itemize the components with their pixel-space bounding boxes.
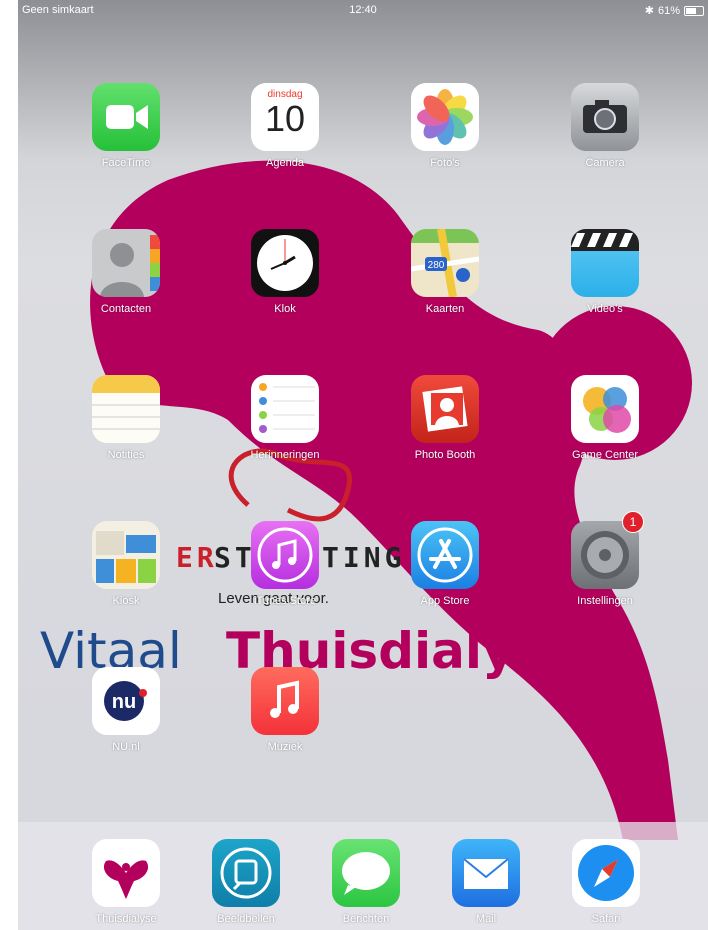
app-label: Berichten (342, 913, 390, 925)
photo-booth-icon (411, 375, 479, 443)
app-label: Instellingen (577, 595, 633, 607)
app-facetime[interactable]: FaceTime (71, 83, 181, 169)
kiosk-icon (92, 521, 160, 589)
maps-icon: 280 (411, 229, 479, 297)
app-photo-booth[interactable]: Photo Booth (390, 375, 500, 461)
app-label: Foto's (430, 157, 460, 169)
notification-badge: 1 (622, 511, 644, 533)
app-label: Agenda (266, 157, 304, 169)
reminders-icon (251, 375, 319, 443)
beeldbellen-icon (212, 839, 280, 907)
app-videos[interactable]: Video's (550, 229, 660, 315)
battery-indicator: ✱ 61% (645, 4, 704, 17)
photos-icon (411, 83, 479, 151)
app-itunes-store[interactable]: iTunes Store (230, 521, 340, 607)
app-label: Beeldbellen (217, 913, 275, 925)
app-notes[interactable]: Notities (71, 375, 181, 461)
app-label: Muziek (267, 741, 303, 753)
dock-app-mail[interactable]: Mail (431, 839, 541, 925)
wallpaper-logo-left: ER (176, 541, 218, 574)
facetime-icon (92, 83, 160, 151)
calendar-icon: dinsdag 10 (251, 83, 319, 151)
itunes-store-icon (251, 521, 319, 589)
app-clock[interactable]: Klok (230, 229, 340, 315)
app-camera[interactable]: Camera (550, 83, 660, 169)
dock-app-messages[interactable]: Berichten (311, 839, 421, 925)
safari-icon (572, 839, 640, 907)
app-maps[interactable]: 280 Kaarten (390, 229, 500, 315)
camera-icon (571, 83, 639, 151)
mail-icon (452, 839, 520, 907)
app-label: Thuisdialyse (95, 913, 157, 925)
app-reminders[interactable]: Herinneringen (230, 375, 340, 461)
app-label: Game Center (571, 449, 639, 461)
app-label: Herinneringen (250, 449, 320, 461)
bluetooth-icon: ✱ (644, 5, 654, 17)
app-label: Photo Booth (414, 449, 476, 461)
app-label: App Store (420, 595, 470, 607)
music-icon (251, 667, 319, 735)
nunl-icon: nu (92, 667, 160, 735)
home-screen: ER ST TING Leven gaat voor. Vitaal Thuis… (18, 0, 708, 930)
app-label: iTunes Store (254, 595, 316, 607)
app-label: Notities (107, 449, 145, 461)
app-store-icon (411, 521, 479, 589)
app-label: NU.nl (112, 741, 140, 753)
nunl-logo-text: nu (112, 691, 136, 713)
app-label: FaceTime (101, 157, 151, 169)
dock-app-safari[interactable]: Safari (551, 839, 661, 925)
app-label: Video's (587, 303, 623, 315)
app-settings[interactable]: 1 Instellingen (550, 511, 660, 607)
app-label: Klok (274, 303, 296, 315)
dock-app-beeldbellen[interactable]: Beeldbellen (191, 839, 301, 925)
app-music[interactable]: Muziek (230, 667, 340, 753)
game-center-icon (571, 375, 639, 443)
app-app-store[interactable]: App Store (390, 521, 500, 607)
app-label: Safari (591, 913, 621, 925)
thuisdialyse-icon (92, 839, 160, 907)
app-game-center[interactable]: Game Center (550, 375, 660, 461)
app-label: Mail (475, 913, 497, 925)
clock-text: 12:40 (349, 4, 377, 16)
app-photos[interactable]: Foto's (390, 83, 500, 169)
app-nunl[interactable]: nu NU.nl (71, 667, 181, 753)
app-contacts[interactable]: Contacten (71, 229, 181, 315)
app-label: Camera (585, 157, 625, 169)
app-kiosk[interactable]: Kiosk (71, 521, 181, 607)
app-label: Contacten (100, 303, 152, 315)
clock-icon (251, 229, 319, 297)
app-label: Kiosk (112, 595, 140, 607)
battery-icon (684, 5, 704, 16)
maps-sign-text: 280 (428, 260, 445, 271)
contacts-icon (92, 229, 160, 297)
messages-icon (332, 839, 400, 907)
calendar-date: 10 (264, 98, 306, 139)
videos-icon (571, 229, 639, 297)
notes-icon (92, 375, 160, 443)
status-bar: Geen simkaart 12:40 ✱ 61% (18, 0, 708, 20)
app-agenda[interactable]: dinsdag 10 Agenda (230, 83, 340, 169)
dock-app-thuisdialyse[interactable]: Thuisdialyse (71, 839, 181, 925)
app-label: Kaarten (425, 303, 465, 315)
battery-percent: 61% (657, 4, 680, 17)
